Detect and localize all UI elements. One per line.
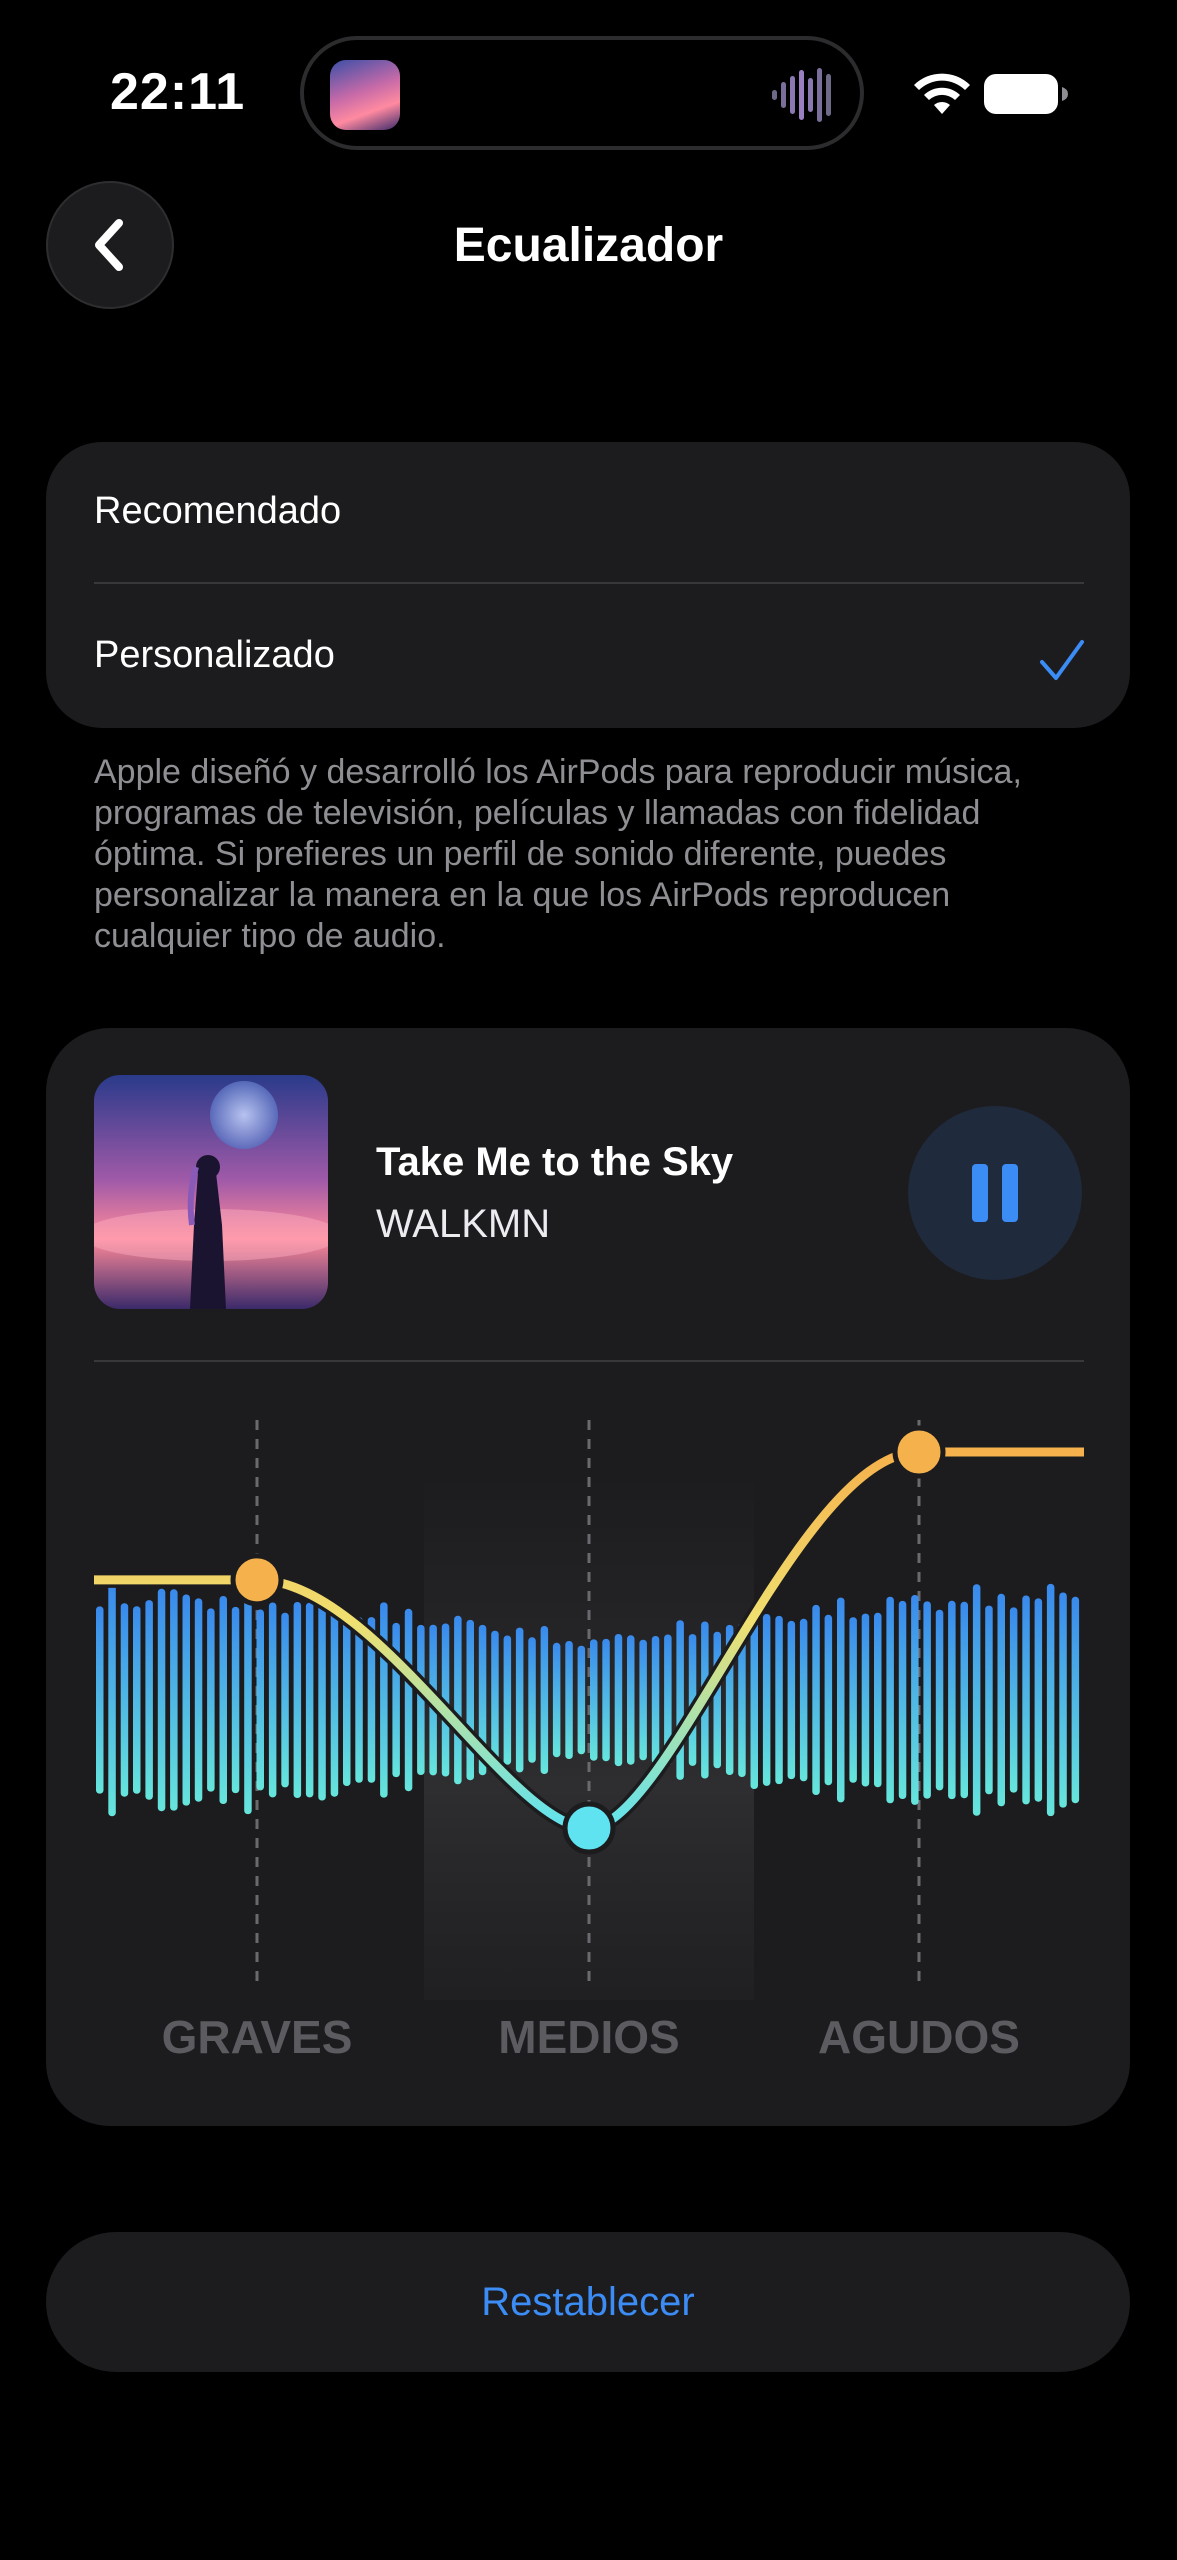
eq-curve-graph[interactable]: [94, 1380, 1084, 2000]
waveform-bar: [874, 1612, 882, 1788]
now-playing-artwork-thumbnail: [330, 60, 400, 130]
reset-button[interactable]: Restablecer: [46, 2232, 1130, 2372]
waveform-bar: [923, 1601, 931, 1799]
waveform-bar: [392, 1622, 400, 1778]
waveform-bar: [898, 1600, 907, 1799]
waveform-bar: [676, 1620, 684, 1780]
waveform-bar: [552, 1642, 561, 1758]
waveform-bar: [602, 1638, 610, 1762]
waveform-bar: [775, 1615, 783, 1785]
waveform-bar: [182, 1594, 190, 1806]
waveform-bar: [503, 1635, 512, 1765]
waveform-bar: [293, 1602, 302, 1798]
waveform-bar: [911, 1595, 919, 1805]
waveform-bar: [948, 1600, 956, 1800]
waveform-bar: [577, 1645, 586, 1755]
waveform-bar: [565, 1641, 573, 1759]
album-artwork: [94, 1075, 328, 1309]
band-label-medios: MEDIOS: [498, 2011, 680, 2063]
waveform-bar: [268, 1602, 277, 1798]
waveform-bar: [540, 1626, 549, 1774]
waveform-bar: [1034, 1598, 1043, 1802]
waveform-bar: [639, 1639, 647, 1761]
eq-knob-graves[interactable]: [230, 1553, 284, 1607]
waveform-bar: [762, 1614, 771, 1786]
waveform-bar: [651, 1636, 660, 1764]
waveform-bar: [305, 1602, 314, 1798]
waveform-bar: [219, 1596, 227, 1804]
waveform-bar: [330, 1603, 339, 1797]
waveform-bar: [170, 1589, 178, 1811]
waveform-bar: [935, 1609, 944, 1791]
waveform-bar: [787, 1620, 796, 1780]
waveform-bar: [997, 1593, 1005, 1807]
waveform-bar: [614, 1634, 623, 1767]
waveform-bar: [1022, 1595, 1030, 1805]
waveform-bar: [491, 1630, 499, 1770]
waveform-bar: [627, 1635, 635, 1765]
waveform-bar: [454, 1615, 462, 1785]
waveform-bar: [231, 1606, 240, 1794]
checkmark-icon: [1040, 640, 1084, 680]
waveform-bar: [849, 1617, 857, 1783]
waveform-bar: [812, 1604, 820, 1795]
waveform-bar: [244, 1586, 252, 1815]
waveform-bar: [750, 1611, 758, 1789]
waveform-bar: [133, 1606, 141, 1794]
waveform-bar: [256, 1609, 264, 1791]
song-title: Take Me to the Sky: [376, 1140, 734, 1184]
waveform-bar: [466, 1619, 474, 1781]
status-time: 22:11: [110, 63, 246, 121]
eq-mode-list: [46, 442, 1130, 728]
waveform-bar: [96, 1606, 104, 1794]
pause-button[interactable]: [908, 1106, 1082, 1280]
waveform-bar: [590, 1639, 598, 1761]
waveform-bar: [824, 1614, 833, 1786]
waveform-bar: [108, 1583, 116, 1817]
band-label-agudos: AGUDOS: [818, 2011, 1020, 2063]
option-divider: [94, 582, 1084, 584]
pause-icon: [972, 1164, 1018, 1222]
audio-waveform-icon: [772, 68, 831, 122]
waveform-bar: [985, 1605, 993, 1795]
eq-knob-medios[interactable]: [562, 1801, 616, 1855]
waveform-bar: [380, 1602, 388, 1798]
waveform-bar: [837, 1597, 845, 1803]
waveform-bar: [1046, 1583, 1055, 1817]
waveform-bar: [145, 1600, 153, 1800]
waveform-bar: [713, 1631, 721, 1769]
battery-icon: [984, 74, 1068, 114]
waveform-bar: [355, 1617, 363, 1783]
waveform-bar: [960, 1601, 968, 1799]
eq-knob-agudos[interactable]: [892, 1425, 946, 1479]
card-divider: [94, 1360, 1084, 1362]
wifi-icon: [914, 73, 970, 114]
waveform-bar: [799, 1618, 808, 1782]
waveform-bar: [515, 1627, 524, 1773]
waveform-bar: [207, 1608, 215, 1792]
waveform-bar: [861, 1613, 870, 1787]
waveform-bar: [972, 1584, 981, 1816]
waveform-bar: [404, 1608, 413, 1792]
waveform-bar: [886, 1596, 894, 1804]
waveform-bar: [194, 1598, 203, 1802]
waveform-bar: [1009, 1607, 1018, 1793]
band-label-graves: GRAVES: [161, 2011, 353, 2063]
description-text: Apple diseñó y desarrolló los AirPods pa…: [94, 753, 1022, 955]
option-custom[interactable]: Personalizado: [94, 634, 335, 677]
page-title: Ecualizador: [453, 219, 724, 272]
waveform-bar: [1071, 1596, 1080, 1804]
waveform-bar: [528, 1637, 536, 1763]
song-artist: WALKMN: [376, 1202, 551, 1246]
waveform-bar: [120, 1603, 129, 1797]
option-recommended[interactable]: Recomendado: [94, 490, 341, 533]
waveform-bar: [1059, 1592, 1067, 1808]
waveform-bar: [343, 1614, 351, 1786]
waveform-bar: [281, 1612, 289, 1788]
waveform-bar: [157, 1588, 166, 1812]
waveform-bar: [318, 1599, 326, 1801]
